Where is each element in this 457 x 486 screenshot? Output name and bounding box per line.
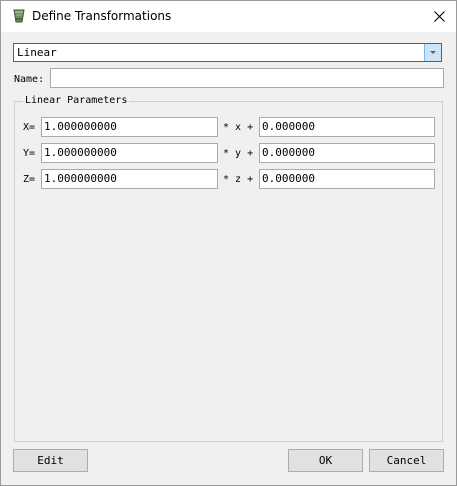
x-coefficient-field[interactable]: 1.000000000	[41, 117, 218, 137]
y-offset-field[interactable]: 0.000000	[259, 143, 435, 163]
z-coefficient-field[interactable]: 1.000000000	[41, 169, 218, 189]
dropdown-arrow-button[interactable]	[424, 44, 441, 61]
close-icon	[434, 11, 445, 22]
name-label: Name:	[14, 74, 45, 85]
edit-button[interactable]: Edit	[13, 449, 88, 472]
name-input[interactable]	[50, 68, 444, 88]
dialog-body: Linear Name: Linear Parameters X= 1.0000…	[1, 32, 456, 485]
define-transformations-dialog: Define Transformations Linear Name: Line…	[0, 0, 457, 486]
y-label: Y=	[23, 148, 36, 159]
x-label: X=	[23, 122, 36, 133]
y-operator-label: * y +	[223, 148, 254, 159]
linear-parameters-title: Linear Parameters	[23, 94, 130, 107]
close-button[interactable]	[421, 1, 456, 32]
transform-type-dropdown[interactable]: Linear	[13, 43, 442, 62]
y-coefficient-field[interactable]: 1.000000000	[41, 143, 218, 163]
transform-app-icon	[11, 9, 27, 24]
z-operator-label: * z +	[223, 174, 254, 185]
x-operator-label: * x +	[223, 122, 254, 133]
ok-button[interactable]: OK	[288, 449, 363, 472]
x-offset-field[interactable]: 0.000000	[259, 117, 435, 137]
z-label: Z=	[23, 174, 36, 185]
title-bar[interactable]: Define Transformations	[1, 1, 456, 32]
cancel-button[interactable]: Cancel	[369, 449, 444, 472]
window-title: Define Transformations	[32, 9, 172, 23]
transform-type-value: Linear	[17, 46, 57, 59]
chevron-down-icon	[430, 51, 436, 54]
z-offset-field[interactable]: 0.000000	[259, 169, 435, 189]
